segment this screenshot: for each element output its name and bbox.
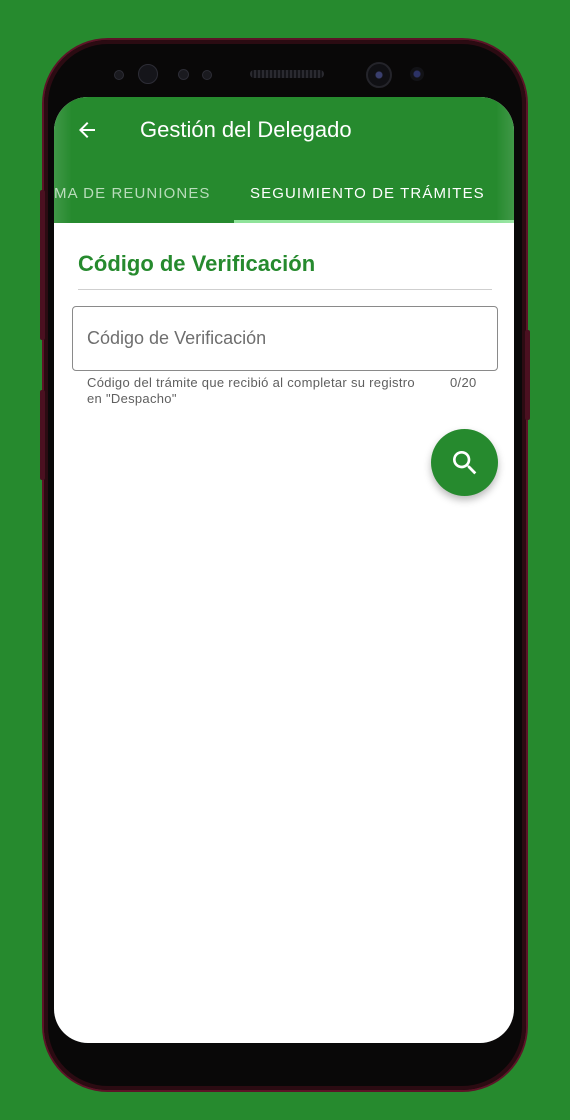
- phone-top-hardware: [44, 40, 526, 100]
- app-screen: Gestión del Delegado MA DE REUNIONES SEG…: [54, 97, 514, 1043]
- left-edge-highlight: [54, 97, 72, 223]
- search-button[interactable]: [431, 429, 498, 496]
- section-divider: [78, 289, 492, 290]
- volume-down-button: [40, 390, 45, 480]
- iris-camera: [410, 67, 424, 81]
- character-counter: 0/20: [450, 375, 477, 390]
- verification-code-field[interactable]: [72, 306, 498, 371]
- search-icon: [452, 450, 476, 474]
- tab-bar: MA DE REUNIONES SEGUIMIENTO DE TRÁMITES: [54, 169, 514, 223]
- app-title: Gestión del Delegado: [140, 117, 352, 142]
- proximity-sensor: [114, 70, 124, 80]
- app-bar: Gestión del Delegado MA DE REUNIONES SEG…: [54, 97, 514, 223]
- tab-seguimiento-tramites[interactable]: SEGUIMIENTO DE TRÁMITES: [250, 185, 485, 202]
- tab-reuniones[interactable]: MA DE REUNIONES: [54, 185, 211, 202]
- active-tab-indicator: [234, 220, 514, 223]
- arrow-left-icon: [79, 122, 95, 138]
- sensor-dot: [202, 70, 212, 80]
- iris-sensor: [138, 64, 158, 84]
- earpiece-speaker: [250, 70, 324, 78]
- section-title: Código de Verificación: [78, 251, 316, 276]
- verification-code-input[interactable]: [87, 307, 477, 370]
- phone-frame: Gestión del Delegado MA DE REUNIONES SEG…: [40, 40, 530, 1090]
- right-edge-highlight: [496, 97, 514, 223]
- field-helper-text: Código del trámite que recibió al comple…: [87, 375, 415, 406]
- back-button[interactable]: [72, 115, 102, 145]
- light-sensor: [178, 69, 189, 80]
- front-camera: [366, 62, 392, 88]
- power-button: [525, 330, 530, 420]
- volume-up-button: [40, 190, 45, 340]
